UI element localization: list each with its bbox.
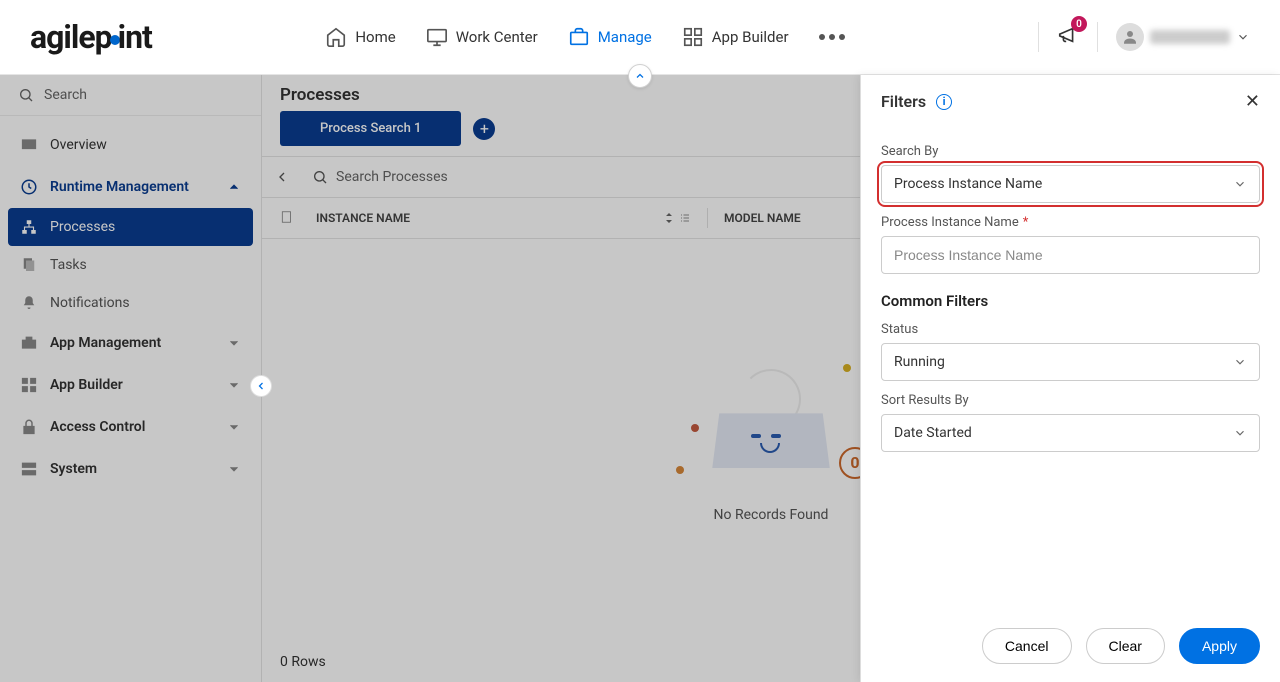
info-icon[interactable]: i	[936, 94, 952, 110]
nav-home-label: Home	[355, 28, 395, 46]
process-instance-name-input[interactable]	[881, 236, 1260, 274]
nav-app-builder[interactable]: App Builder	[682, 26, 789, 48]
nav-home[interactable]: Home	[325, 26, 395, 48]
nav-manage-label: Manage	[598, 28, 652, 46]
user-menu[interactable]	[1116, 23, 1250, 51]
status-select[interactable]: Running	[881, 343, 1260, 381]
nav-center: Home Work Center Manage App Builder	[325, 0, 844, 74]
sort-label: Sort Results By	[881, 393, 1260, 408]
avatar-icon	[1116, 23, 1144, 51]
nav-work-center-label: Work Center	[456, 28, 538, 46]
nav-manage[interactable]: Manage	[568, 26, 652, 48]
cancel-button[interactable]: Cancel	[982, 628, 1072, 664]
status-label: Status	[881, 322, 1260, 337]
nav-app-builder-label: App Builder	[712, 28, 789, 46]
select-value: Running	[894, 354, 945, 370]
grid-icon	[682, 26, 704, 48]
filters-panel: Filters i ✕ Search By Process Instance N…	[860, 75, 1280, 682]
apply-button[interactable]: Apply	[1179, 628, 1260, 664]
notifications-button[interactable]: 0	[1057, 24, 1079, 50]
common-filters-title: Common Filters	[881, 292, 1260, 310]
filters-title: Filters	[881, 92, 926, 111]
briefcase-icon	[568, 26, 590, 48]
select-value: Date Started	[894, 425, 972, 441]
chevron-down-icon	[1233, 355, 1247, 369]
logo-text-b: int	[118, 18, 152, 56]
username-blur	[1150, 30, 1230, 44]
sort-select[interactable]: Date Started	[881, 414, 1260, 452]
close-button[interactable]: ✕	[1245, 91, 1260, 112]
notif-badge: 0	[1071, 16, 1087, 32]
chevron-down-icon	[1233, 426, 1247, 440]
nav-right: 0	[1038, 22, 1250, 52]
filters-body: Search By Process Instance Name Process …	[861, 128, 1280, 610]
collapse-topnav-button[interactable]	[628, 64, 652, 88]
divider	[1038, 22, 1039, 52]
search-by-label: Search By	[881, 144, 1260, 159]
select-value: Process Instance Name	[894, 176, 1042, 192]
search-by-select[interactable]: Process Instance Name	[881, 165, 1260, 203]
divider	[1097, 22, 1098, 52]
home-icon	[325, 26, 347, 48]
logo-text-a: agilep	[30, 18, 112, 56]
clear-button[interactable]: Clear	[1086, 628, 1165, 664]
collapse-sidebar-button[interactable]	[250, 375, 272, 397]
pin-label: Process Instance Name*	[881, 215, 1260, 230]
filters-footer: Cancel Clear Apply	[861, 610, 1280, 682]
nav-work-center[interactable]: Work Center	[426, 26, 538, 48]
monitor-icon	[426, 26, 448, 48]
modal-overlay[interactable]	[0, 75, 860, 682]
filters-header: Filters i ✕	[861, 75, 1280, 128]
chevron-down-icon	[1236, 30, 1250, 44]
nav-more[interactable]	[819, 34, 845, 40]
chevron-down-icon	[1233, 177, 1247, 191]
logo: agilepint	[30, 18, 152, 56]
